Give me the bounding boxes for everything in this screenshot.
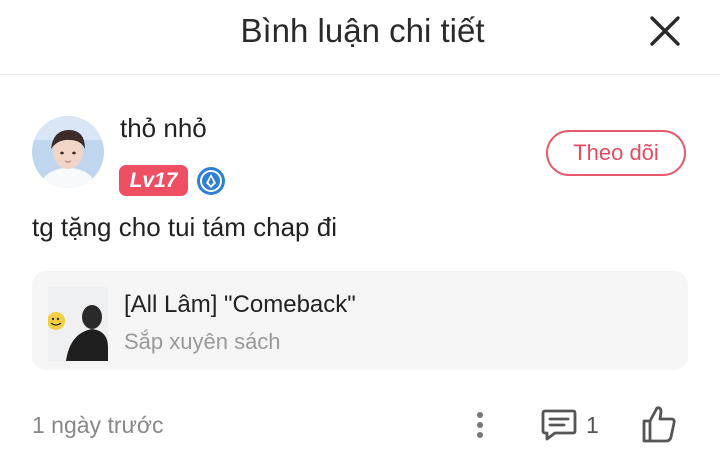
timestamp: 1 ngày trước: [32, 412, 164, 438]
header-bar: Bình luận chi tiết: [0, 0, 720, 75]
more-vertical-icon[interactable]: [470, 405, 490, 445]
vip-crest-icon: [196, 166, 226, 196]
book-title[interactable]: [All Lâm] "Comeback": [124, 291, 356, 319]
comment-icon[interactable]: [540, 406, 578, 442]
book-status: Sắp xuyên sách: [124, 329, 281, 354]
avatar[interactable]: [32, 116, 104, 188]
username[interactable]: thỏ nhỏ: [120, 113, 207, 144]
follow-button[interactable]: Theo dõi: [546, 130, 686, 176]
comment-text: tg tặng cho tui tám chap đi: [32, 212, 337, 242]
book-card[interactable]: [All Lâm] "Comeback" Sắp xuyên sách: [32, 271, 688, 370]
level-badge: Lv17: [119, 165, 188, 196]
page-title: Bình luận chi tiết: [240, 12, 485, 49]
close-icon[interactable]: [648, 14, 682, 48]
thumbs-up-icon[interactable]: [640, 404, 678, 444]
reply-count: 1: [586, 412, 599, 438]
book-cover: [48, 287, 108, 361]
